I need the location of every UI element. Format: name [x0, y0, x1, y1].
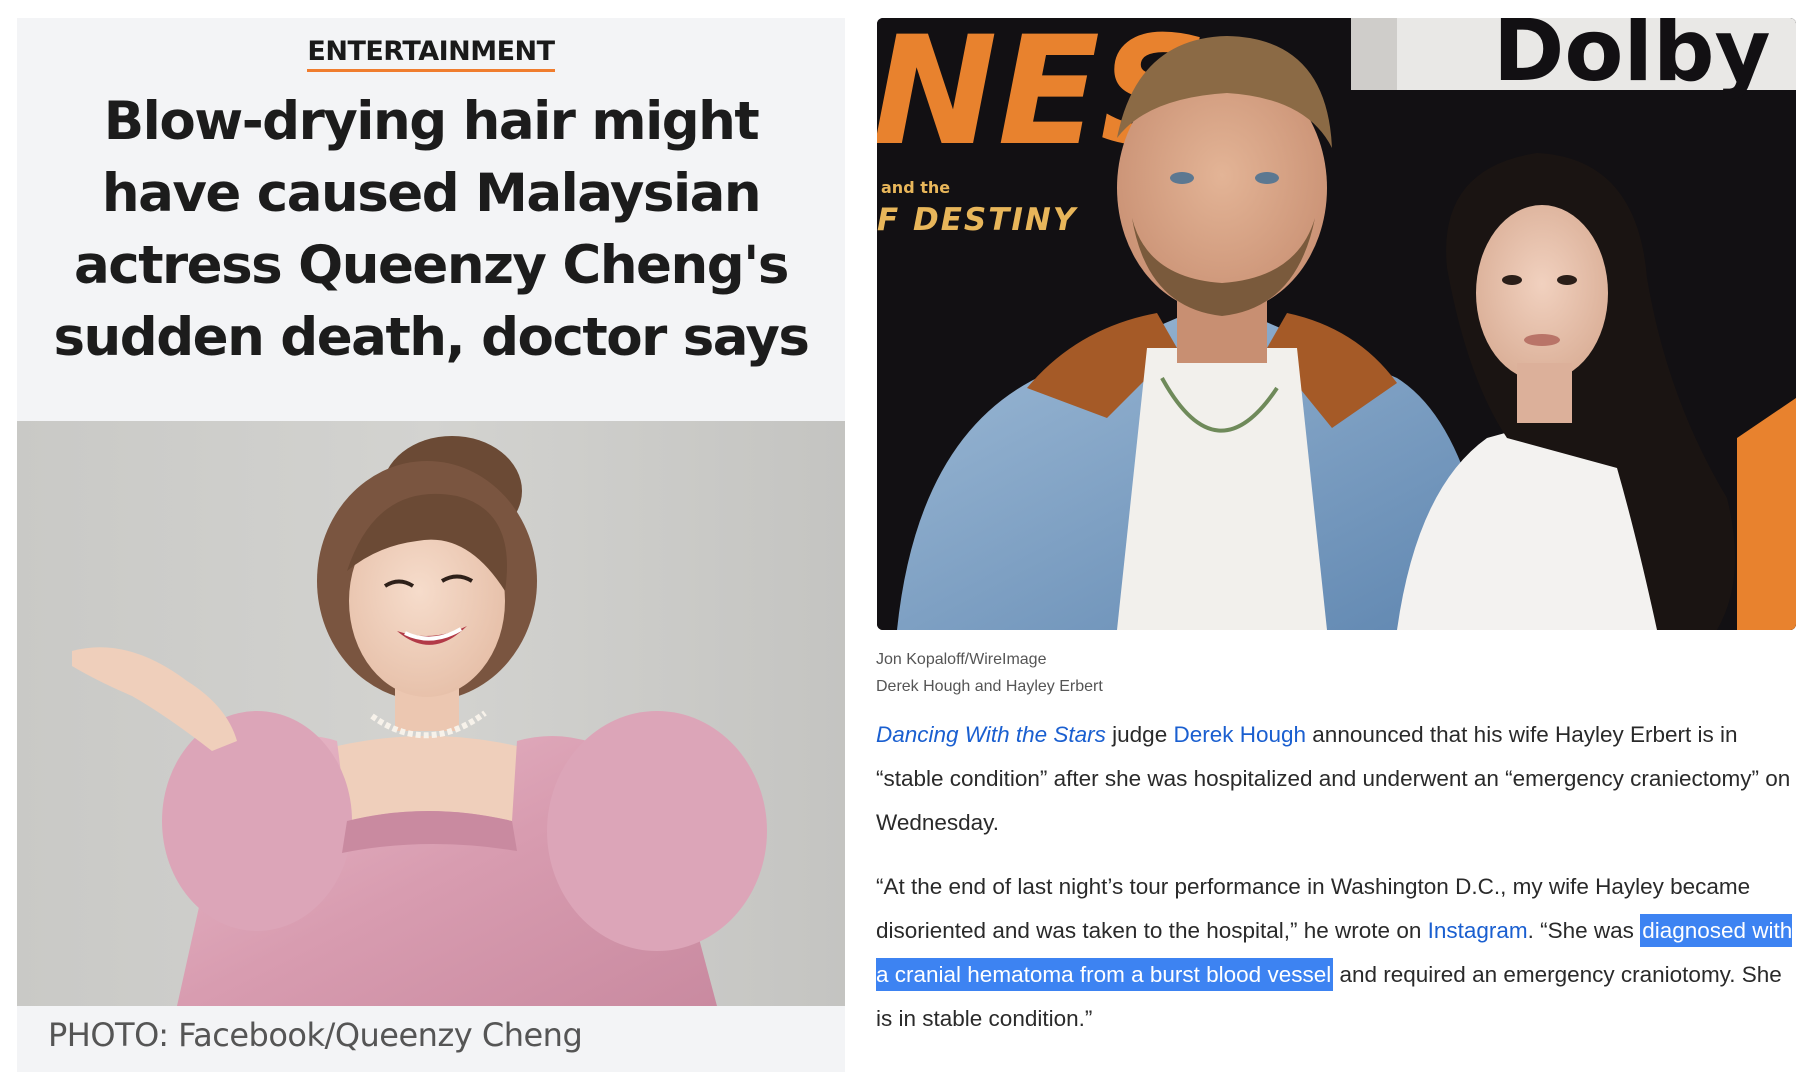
- photo-caption: PHOTO: Facebook/Queenzy Cheng: [48, 1016, 583, 1054]
- article-headline[interactable]: Blow-drying hair might have caused Malay…: [47, 86, 815, 374]
- photo-credit: Jon Kopaloff/WireImage Derek Hough and H…: [876, 646, 1476, 700]
- paragraph-1: Dancing With the Stars judge Derek Hough…: [876, 713, 1796, 845]
- left-article-card: ENTERTAINMENT Blow-drying hair might hav…: [17, 18, 845, 1072]
- paragraph-2: “At the end of last night’s tour perform…: [876, 865, 1796, 1041]
- instagram-link[interactable]: Instagram: [1428, 918, 1528, 943]
- p2-text-2: . “She was: [1527, 918, 1641, 943]
- category-label[interactable]: ENTERTAINMENT: [307, 36, 555, 72]
- p1-text-1: judge: [1105, 722, 1174, 747]
- credit-line: Jon Kopaloff/WireImage: [876, 651, 1047, 668]
- caption-line: Derek Hough and Hayley Erbert: [876, 678, 1103, 695]
- person-link[interactable]: Derek Hough: [1173, 722, 1306, 747]
- brand-logo: Dolby: [1493, 18, 1771, 101]
- couple-photo: NES and the F DESTINY Dolby: [877, 18, 1796, 630]
- actress-photo-illustration: [72, 436, 767, 1006]
- show-link[interactable]: Dancing With the Stars: [876, 722, 1106, 747]
- article-body: Dancing With the Stars judge Derek Hough…: [876, 713, 1796, 1061]
- poster-small: and the: [881, 178, 950, 197]
- category-label-wrap: ENTERTAINMENT: [17, 36, 845, 72]
- couple-photo-illustration: NES and the F DESTINY Dolby: [877, 18, 1796, 630]
- actress-photo: [17, 421, 845, 1006]
- poster-destiny: F DESTINY: [877, 202, 1079, 238]
